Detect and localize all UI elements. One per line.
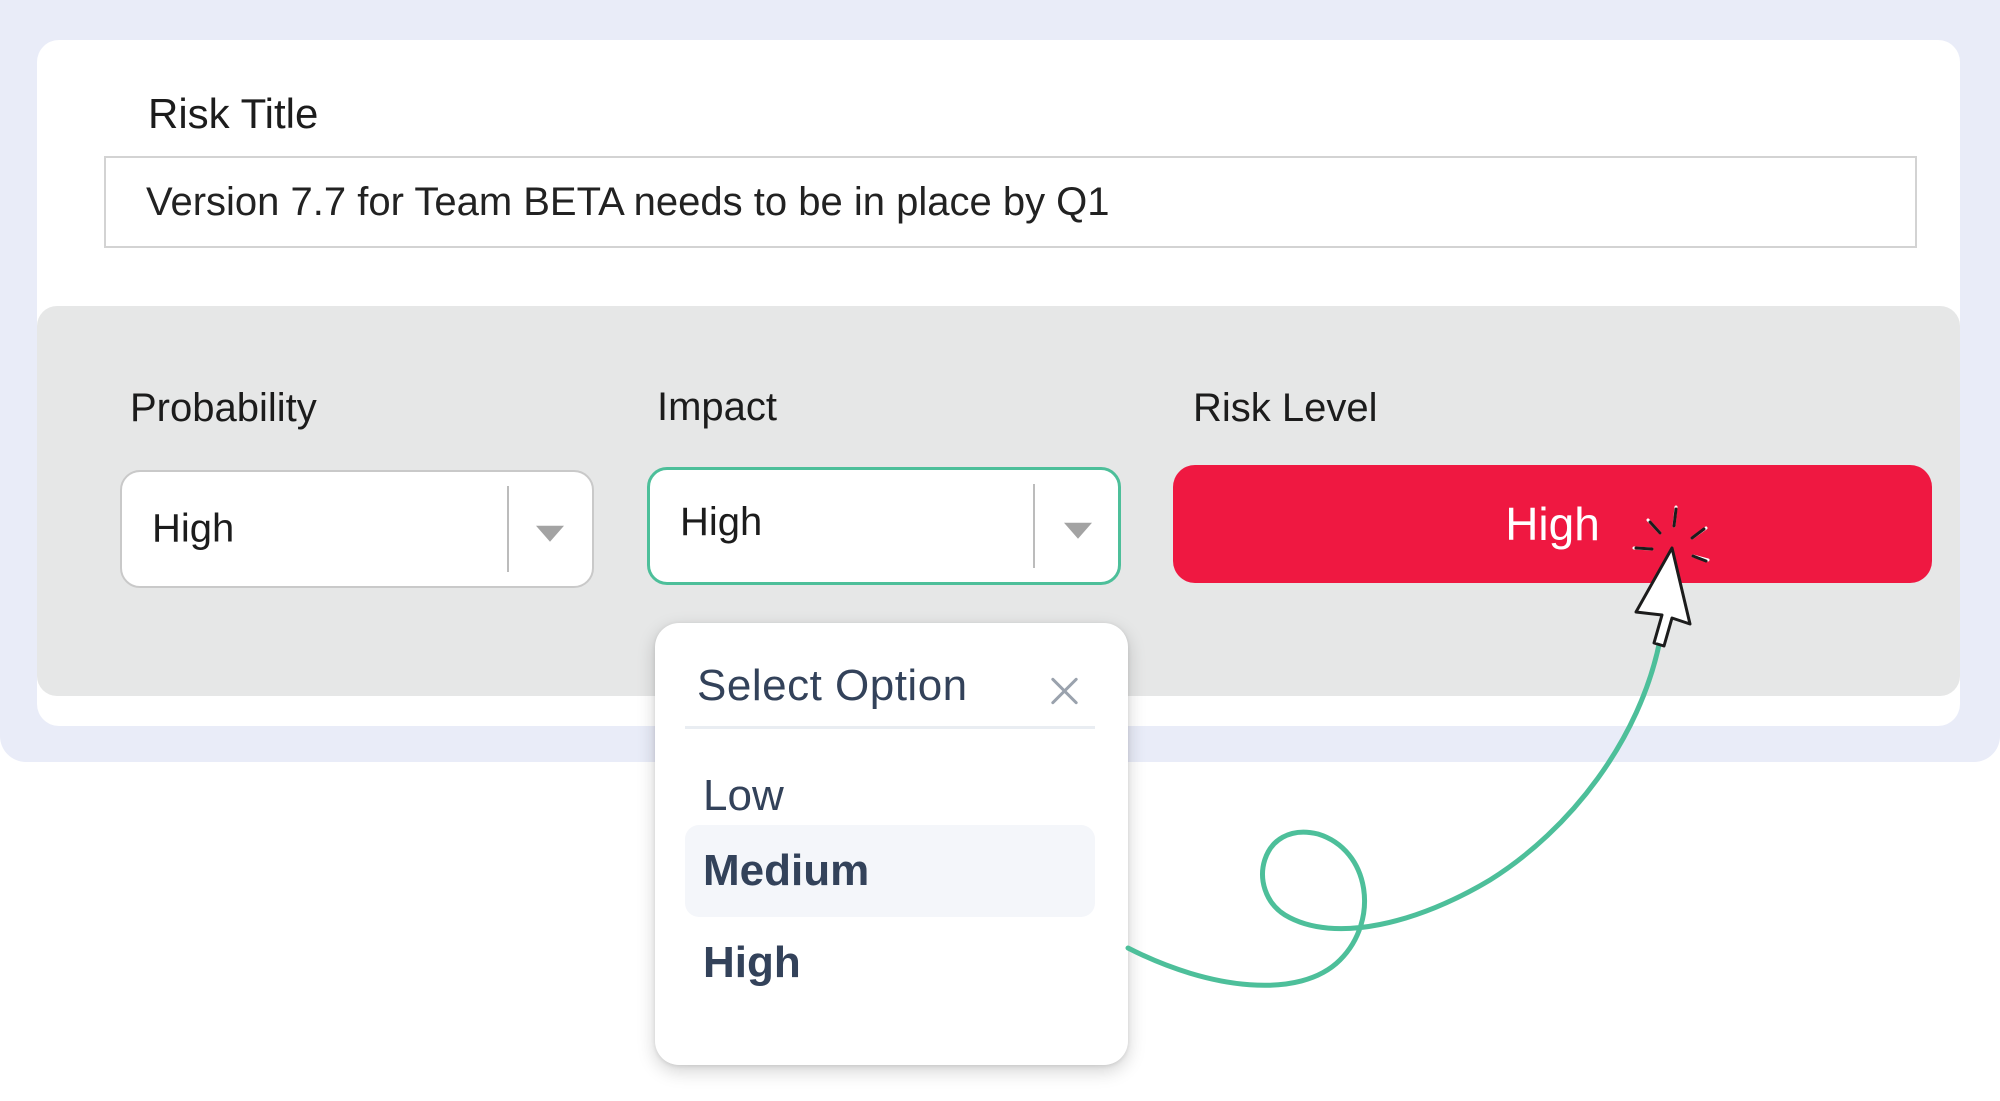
risk-level-label: Risk Level <box>1193 386 1378 430</box>
probability-selected-value: High <box>152 506 235 551</box>
impact-select[interactable]: High <box>647 467 1121 585</box>
impact-options-dropdown: Select Option Low Medium High <box>655 623 1128 1065</box>
impact-label: Impact <box>657 385 778 429</box>
risk-level-value: High <box>1505 498 1600 550</box>
risk-title-label: Risk Title <box>148 90 319 137</box>
caret-down-icon[interactable] <box>1064 522 1092 539</box>
option-medium[interactable]: Medium <box>685 825 1095 917</box>
select-divider <box>1033 484 1035 568</box>
dropdown-divider <box>685 726 1095 729</box>
caret-down-icon[interactable] <box>536 525 564 542</box>
select-divider <box>507 486 509 572</box>
impact-selected-value: High <box>680 499 763 544</box>
risk-title-input[interactable] <box>104 156 1917 248</box>
close-icon[interactable] <box>1045 671 1085 711</box>
option-high[interactable]: High <box>685 917 1095 1009</box>
risk-level-badge[interactable]: High <box>1173 465 1932 583</box>
probability-label: Probability <box>130 386 317 430</box>
probability-select[interactable]: High <box>120 470 594 588</box>
dropdown-header: Select Option <box>697 661 968 710</box>
